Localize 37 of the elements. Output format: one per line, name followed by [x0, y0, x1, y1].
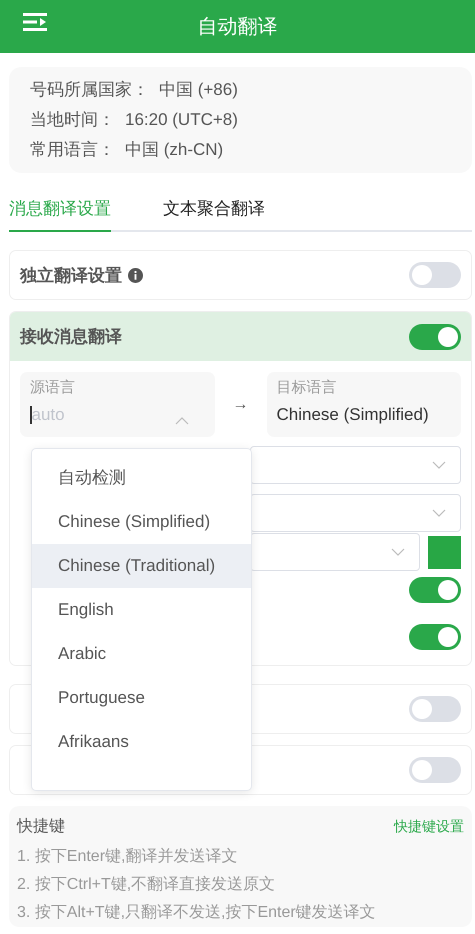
tab[interactable]: 文本聚合翻译: [163, 191, 265, 232]
shortcut-title: 快捷键: [17, 816, 65, 837]
info-label: 常用语言：: [30, 139, 115, 161]
target-language-field[interactable]: 目标语言 Chinese (Simplified): [266, 372, 461, 437]
toggle-switch[interactable]: [409, 624, 461, 650]
toggle-switch[interactable]: [409, 577, 461, 603]
info-value: 中国 (+86): [159, 79, 238, 101]
info-icon: [128, 268, 143, 282]
page-title: 自动翻译: [198, 15, 278, 40]
dropdown-option[interactable]: Chinese (Simplified): [32, 500, 251, 544]
dropdown-option[interactable]: 自动检测: [32, 456, 251, 500]
menu-icon[interactable]: [23, 12, 47, 32]
info-value: 16:20 (UTC+8): [125, 109, 238, 131]
info-value: 中国 (zh-CN): [125, 139, 224, 161]
toggle-switch[interactable]: [409, 262, 461, 288]
info-label: 当地时间：: [30, 109, 115, 131]
section-title: 接收消息翻译: [20, 326, 122, 348]
chevron-up-icon: [174, 417, 188, 425]
shortcut-text: 1. 按下Enter键,翻译并发送译文: [17, 846, 238, 867]
chevron-down-icon: [432, 509, 446, 517]
shortcut-text: 2. 按下Ctrl+T键,不翻译直接发送原文: [17, 874, 276, 895]
info-label: 号码所属国家：: [30, 79, 149, 101]
dropdown-option[interactable]: Afrikaans: [32, 720, 251, 764]
setting-title: 独立翻译设置: [20, 264, 122, 286]
select-field[interactable]: [250, 446, 461, 484]
dropdown-option[interactable]: Portuguese: [32, 676, 251, 720]
dropdown-option[interactable]: Arabic: [32, 632, 251, 676]
arrow-text: →: [232, 396, 250, 414]
toggle-switch[interactable]: [409, 696, 461, 722]
dropdown-option[interactable]: Chinese (Traditional): [32, 544, 251, 588]
chevron-down-icon: [391, 548, 405, 556]
color-swatch[interactable]: [428, 536, 461, 568]
dropdown-option[interactable]: English: [32, 588, 251, 632]
shortcut-text: 3. 按下Alt+T键,只翻译不发送,按下Enter键发送译文: [17, 902, 377, 923]
toggle-switch[interactable]: [409, 324, 461, 350]
toggle-switch[interactable]: [409, 757, 461, 783]
chevron-down-icon: [432, 461, 446, 469]
